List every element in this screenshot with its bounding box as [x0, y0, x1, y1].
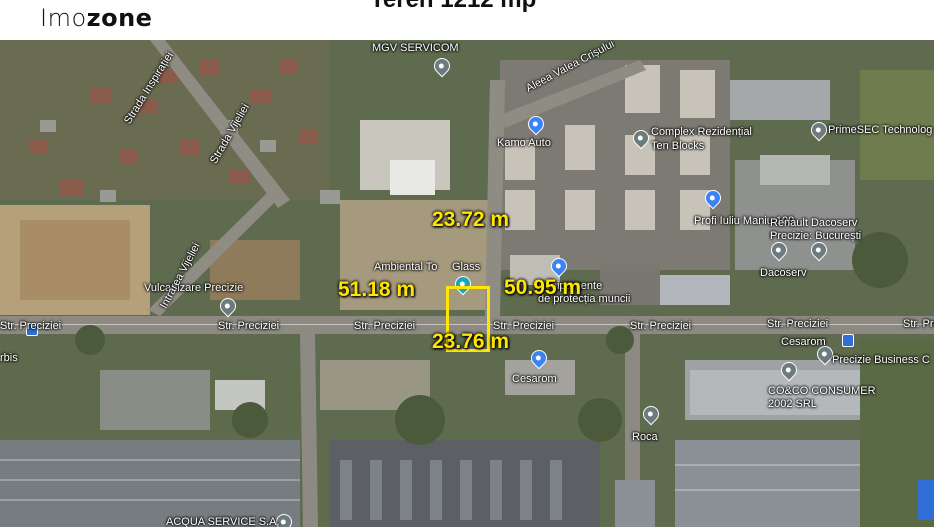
measurement-left: 51.18 m: [338, 278, 416, 301]
place-label: rbis: [0, 352, 18, 364]
satellite-map[interactable]: MGV SERVICOM Kamo Auto Complex Rezidenți…: [0, 40, 938, 527]
place-label: Complex Rezidențial: [651, 126, 752, 138]
street-label: Str. Preciziei: [630, 320, 692, 332]
street-label: Str. Preciziei: [767, 318, 829, 330]
place-label: Vulcanizare Precizie: [144, 282, 244, 294]
place-label: Precizie: București: [770, 230, 862, 242]
measurement-bottom: 23.76 m: [432, 330, 510, 353]
place-label: ACQUA SERVICE S.A.: [166, 516, 280, 527]
place-label: CO&CO CONSUMER: [768, 385, 876, 397]
place-label: Precizie Business C: [832, 354, 930, 366]
imozone-logo: Imozone: [40, 4, 152, 32]
page-title: Teren 1212 mp: [370, 0, 536, 14]
logo-bold-text: zone: [86, 4, 153, 32]
place-label: Ambiental To: [374, 261, 438, 273]
street-label: Str. Preciziei: [354, 320, 416, 332]
place-label: Cesarom: [781, 336, 826, 348]
bus-stop-icon[interactable]: [842, 334, 854, 347]
place-label: Ten Blocks: [651, 140, 705, 152]
place-label: Renault Dacoserv: [770, 217, 858, 229]
place-label: PrimeSEC Technolog: [828, 124, 933, 136]
place-label: Dacoserv: [760, 267, 807, 279]
street-label: Str. Preciziei: [903, 318, 938, 330]
place-label: 2002 SRL: [768, 398, 817, 410]
place-label: MGV SERVICOM: [372, 42, 459, 54]
place-label: Roca: [632, 431, 658, 443]
measurement-top: 23.72 m: [432, 208, 510, 231]
street-label: Str. Preciziei: [218, 320, 280, 332]
place-label: Kamo Auto: [497, 137, 551, 149]
page-edge: [934, 40, 938, 527]
measurement-right: 50.95 m: [504, 276, 582, 299]
street-label: Str. Preciziei: [0, 320, 62, 332]
place-label: Glass: [452, 261, 481, 273]
header-bar: Imozone Teren 1212 mp: [0, 0, 938, 40]
logo-light-text: Imo: [40, 4, 87, 32]
place-label: Cesarom: [512, 373, 557, 385]
